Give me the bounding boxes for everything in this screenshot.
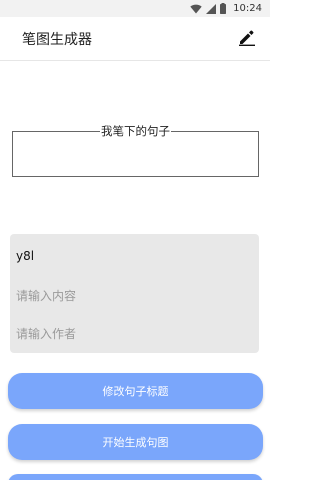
title-input[interactable]: y8l: [16, 249, 34, 263]
sentence-box-legend: 我笔下的句子: [13, 123, 258, 139]
start-generate-button[interactable]: 开始生成句图: [8, 424, 263, 460]
wifi-icon: [190, 0, 202, 18]
status-icons: 10:24: [190, 2, 262, 15]
sentence-preview-box: 我笔下的句子: [12, 124, 259, 177]
app-bar: 笔图生成器: [0, 17, 270, 61]
status-bar: 10:24: [0, 0, 270, 17]
battery-icon: [220, 0, 227, 18]
edit-pencil-icon: [238, 28, 256, 50]
sentence-box-legend-text: 我笔下的句子: [100, 124, 171, 138]
modify-title-button[interactable]: 修改句子标题: [8, 373, 263, 409]
modify-title-button-label: 修改句子标题: [102, 385, 169, 398]
status-time: 10:24: [233, 3, 262, 14]
start-generate-button-label: 开始生成句图: [102, 436, 169, 449]
author-input[interactable]: 请输入作者: [16, 325, 76, 342]
partial-button[interactable]: [8, 474, 263, 480]
cellular-signal-icon: [206, 0, 217, 18]
content-input[interactable]: 请输入内容: [16, 287, 76, 304]
input-panel: y8l 请输入内容 请输入作者: [10, 234, 259, 353]
edit-button[interactable]: [236, 28, 258, 50]
app-title: 笔图生成器: [22, 32, 92, 48]
